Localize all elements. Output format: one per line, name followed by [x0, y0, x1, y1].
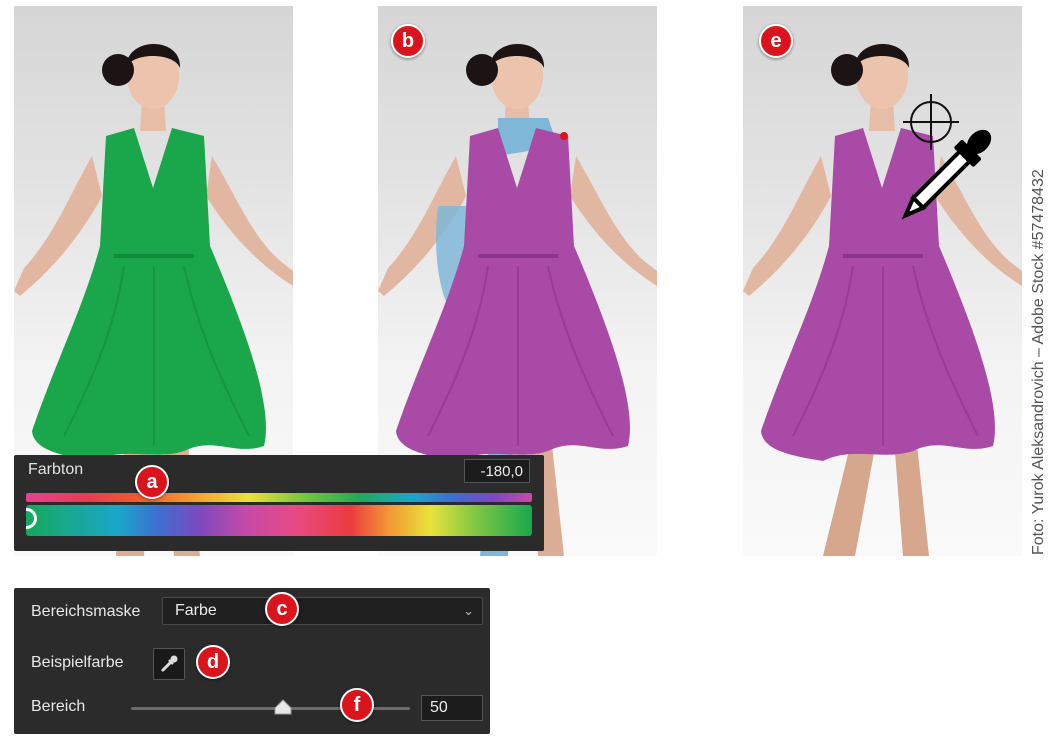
hue-reference-bar	[26, 493, 532, 502]
photo-credit: Foto: Yurok Aleksandrovich – Adobe Stock…	[1030, 169, 1047, 555]
sample-color-label: Beispielfarbe	[31, 654, 124, 671]
slider-thumb-icon[interactable]	[274, 699, 292, 715]
hue-label: Farbton	[28, 461, 84, 478]
range-mask-label: Bereichsmaske	[31, 603, 141, 620]
range-label: Bereich	[31, 698, 86, 715]
callout-badge-e: e	[759, 24, 793, 58]
hue-value-field[interactable]: -180,0	[464, 459, 530, 483]
hue-slider-handle[interactable]	[26, 508, 37, 529]
sample-color-eyedropper-button[interactable]	[153, 648, 185, 680]
range-mask-selected-value: Farbe	[175, 602, 217, 619]
range-mask-panel: Bereichsmaske Farbe ⌄ Beispielfarbe Bere…	[14, 588, 490, 734]
hue-slider-track[interactable]	[26, 505, 532, 536]
range-value-field[interactable]: 50	[421, 695, 483, 721]
photo-result	[743, 6, 1022, 556]
hue-panel: Farbton -180,0	[14, 455, 544, 551]
chevron-down-icon: ⌄	[463, 603, 474, 618]
callout-badge-a: a	[135, 465, 169, 499]
callout-badge-b: b	[391, 24, 425, 58]
callout-badge-f: f	[340, 688, 374, 722]
range-mask-select[interactable]: Farbe ⌄	[162, 597, 483, 625]
eyedropper-icon	[161, 655, 178, 672]
callout-badge-c: c	[265, 592, 299, 626]
callout-badge-d: d	[196, 645, 230, 679]
woman-purple-dress-illustration	[743, 43, 1022, 556]
